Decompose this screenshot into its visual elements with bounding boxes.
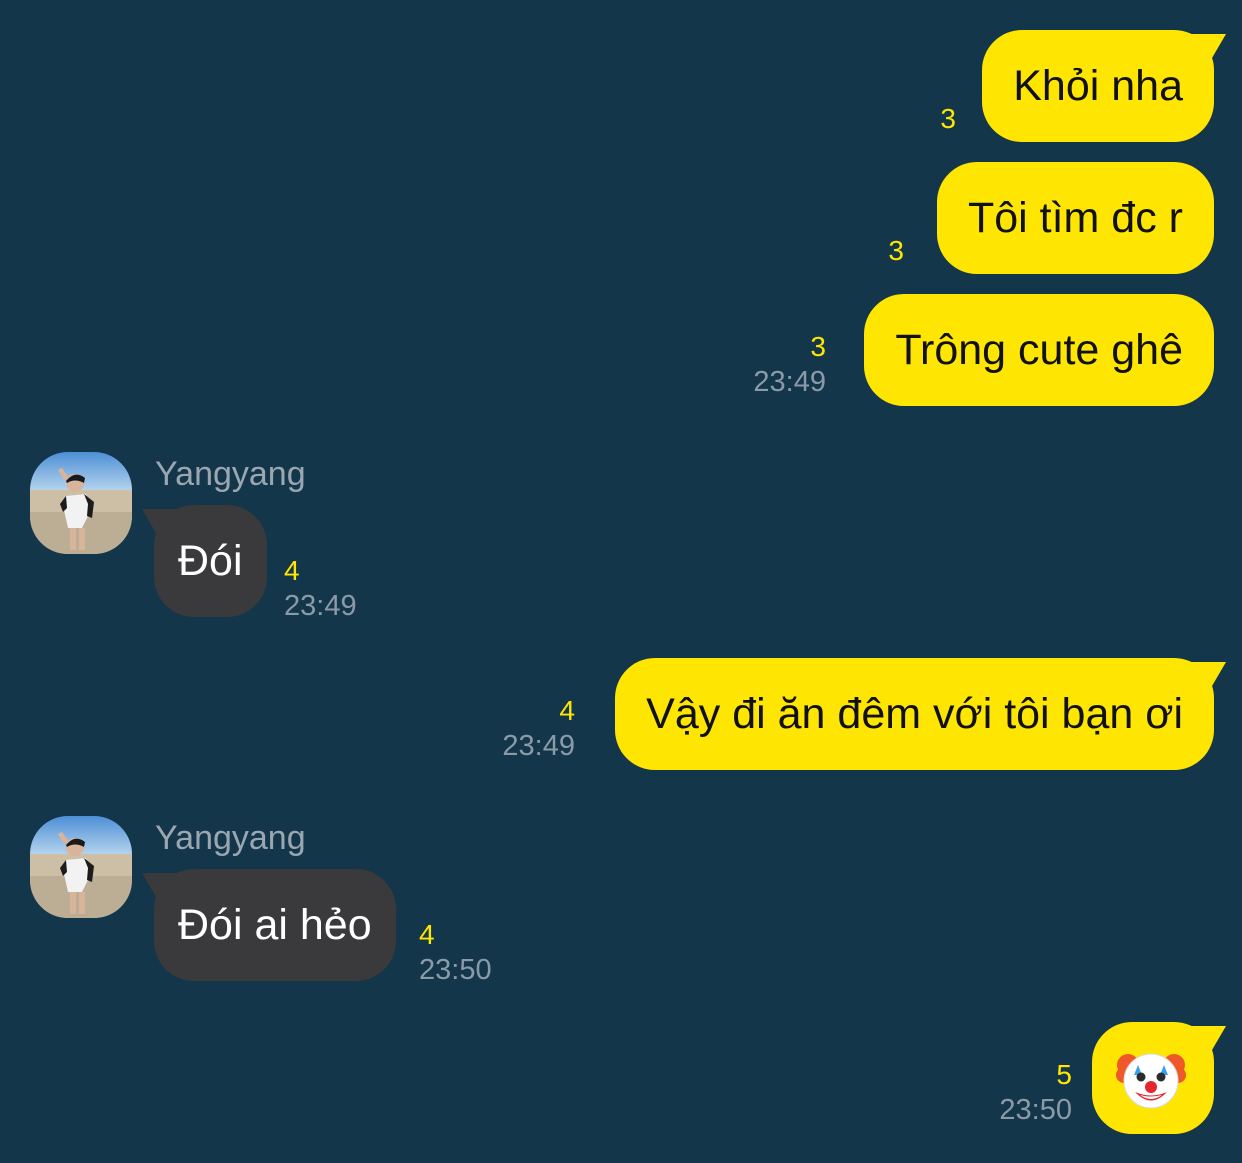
message-row-outgoing: 3 Tôi tìm đc r	[0, 162, 1242, 274]
unread-count: 3	[940, 103, 956, 134]
message-timestamp: 23:50	[419, 954, 492, 986]
outgoing-message-bubble[interactable]: Vậy đi ăn đêm với tôi bạn ơi	[615, 658, 1226, 770]
message-row-outgoing: 5 23:50	[0, 1022, 1242, 1134]
message-row-incoming: Yangyang Đói 4 23:49	[0, 452, 1242, 622]
unread-count: 3	[810, 331, 826, 362]
sender-name: Yangyang	[155, 819, 306, 857]
bubble-tail	[1190, 34, 1226, 58]
beach-photo-avatar-icon	[30, 816, 132, 918]
incoming-message-bubble[interactable]: Đói	[142, 505, 267, 617]
incoming-message-bubble[interactable]: Đói ai hẻo	[142, 869, 396, 981]
message-meta: 4 23:49	[502, 694, 575, 764]
message-timestamp: 23:49	[753, 366, 826, 398]
message-meta: 3	[888, 234, 904, 268]
message-row-outgoing: 3 Khỏi nha	[0, 30, 1242, 142]
message-row-incoming: Yangyang Đói ai hẻo 4 23:50	[0, 816, 1242, 986]
message-text: Khỏi nha	[1013, 62, 1183, 110]
sender-avatar[interactable]	[30, 452, 132, 554]
outgoing-message-bubble[interactable]: Tôi tìm đc r	[936, 162, 1214, 274]
message-row-outgoing: 3 23:49 Trông cute ghê	[0, 294, 1242, 406]
unread-count: 4	[419, 919, 435, 950]
message-text: Đói ai hẻo	[178, 901, 372, 949]
message-timestamp: 23:49	[502, 730, 575, 762]
unread-count: 3	[888, 235, 904, 266]
unread-count: 5	[1056, 1059, 1072, 1090]
clown-face-icon	[1116, 1053, 1186, 1109]
message-meta: 4 23:50	[419, 918, 492, 988]
beach-photo-avatar-icon	[30, 452, 132, 554]
message-text: Đói	[178, 537, 243, 585]
unread-count: 4	[284, 555, 300, 586]
outgoing-message-bubble[interactable]: Khỏi nha	[982, 30, 1226, 142]
bubble-tail	[142, 509, 178, 533]
message-meta: 4 23:49	[284, 554, 357, 624]
bubble-tail	[1190, 662, 1226, 686]
message-text: Tôi tìm đc r	[967, 194, 1183, 242]
message-timestamp: 23:49	[284, 590, 357, 622]
message-meta: 3	[940, 102, 956, 136]
message-meta: 5 23:50	[999, 1058, 1072, 1128]
bubble-tail	[142, 873, 178, 897]
unread-count: 4	[559, 695, 575, 726]
message-text: Vậy đi ăn đêm với tôi bạn ơi	[646, 690, 1183, 738]
bubble-tail	[1190, 1026, 1226, 1050]
message-row-outgoing: 4 23:49 Vậy đi ăn đêm với tôi bạn ơi	[0, 658, 1242, 770]
message-text: Trông cute ghê	[895, 326, 1183, 374]
outgoing-message-bubble[interactable]: Trông cute ghê	[864, 294, 1214, 406]
sender-name: Yangyang	[155, 455, 306, 493]
message-meta: 3 23:49	[753, 330, 826, 400]
sender-avatar[interactable]	[30, 816, 132, 918]
chat-thread[interactable]: 3 Khỏi nha 3 Tôi tìm đc r 3 23:49 Trông …	[0, 0, 1242, 1163]
message-timestamp: 23:50	[999, 1094, 1072, 1126]
outgoing-message-bubble[interactable]	[1092, 1022, 1226, 1134]
